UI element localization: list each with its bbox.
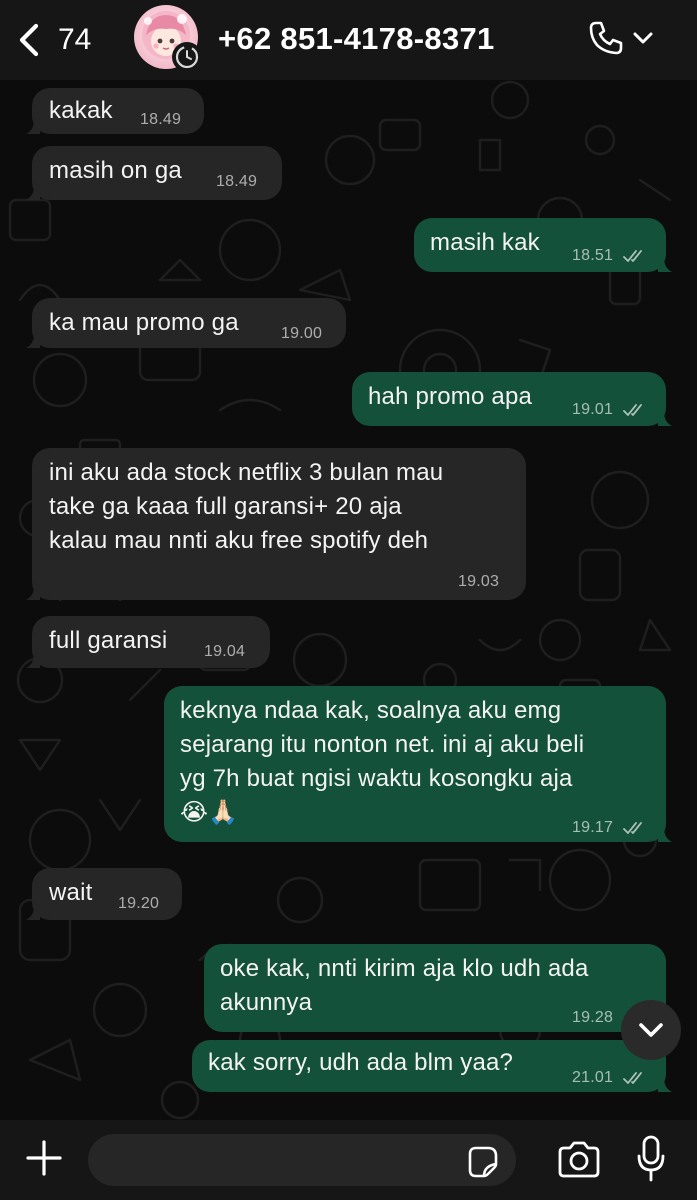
scroll-to-bottom-button[interactable] (621, 1000, 681, 1060)
message-text: keknya ndaa kak, soalnya aku emg (180, 697, 562, 724)
message-timestamp: 21.01 (572, 1069, 614, 1086)
incoming-message[interactable]: full garansi 19.04 (26, 616, 270, 668)
message-timestamp: 18.49 (216, 173, 258, 190)
message-text: kakak (49, 97, 113, 124)
message-text: 😭🙏🏻 (180, 799, 239, 826)
message-timestamp: 19.04 (204, 643, 246, 660)
message-text: akunnya (220, 989, 313, 1016)
bubble-tail (658, 828, 672, 842)
incoming-message[interactable]: ka mau promo ga 19.00 (26, 298, 346, 348)
bubble-tail (26, 120, 40, 134)
microphone-icon[interactable] (636, 1134, 666, 1184)
chevron-down-icon (639, 1023, 663, 1037)
bubble-tail (26, 586, 40, 600)
message-timestamp: 19.17 (572, 819, 614, 836)
outgoing-message[interactable]: masih kak 18.51 (414, 218, 672, 272)
bubble-tail (658, 412, 672, 426)
chevron-left-icon[interactable] (14, 22, 44, 58)
camera-icon[interactable] (556, 1140, 602, 1180)
message-text: take ga kaaa full garansi+ 20 aja (49, 493, 402, 520)
bubble-tail (26, 186, 40, 200)
bubble-tail (658, 1078, 672, 1092)
chevron-down-icon[interactable] (630, 26, 656, 50)
bubble-tail (26, 654, 40, 668)
message-list[interactable]: kakak 18.49 masih on ga 18.49 masih kak 18.51… (0, 80, 697, 1120)
message-text: hah promo apa (368, 383, 533, 410)
message-timestamp: 19.20 (118, 895, 160, 912)
phone-icon[interactable] (586, 18, 626, 58)
read-receipt-icon (623, 1072, 642, 1084)
disappearing-timer-icon (172, 42, 202, 72)
message-timestamp: 19.28 (572, 1009, 614, 1026)
outgoing-message[interactable]: hah promo apa 19.01 (352, 372, 672, 426)
message-text: ini aku ada stock netflix 3 bulan mau (49, 459, 444, 486)
read-receipt-icon (623, 250, 642, 262)
bubble-tail (26, 906, 40, 920)
message-timestamp: 19.00 (281, 325, 323, 342)
outgoing-message[interactable]: kak sorry, udh ada blm yaa? 21.01 (192, 1040, 672, 1092)
contact-name[interactable]: +62 851-4178-8371 (218, 20, 495, 58)
chat-screen: 74 +62 851-4178-8371 kakak 18.49 masih o… (0, 0, 697, 1200)
message-input[interactable] (88, 1134, 516, 1186)
outgoing-message[interactable]: keknya ndaa kak, soalnya aku emg sejarang… (164, 686, 672, 842)
read-receipt-icon (623, 404, 642, 416)
unread-count[interactable]: 74 (58, 22, 91, 58)
message-timestamp: 19.01 (572, 401, 614, 418)
outgoing-message[interactable]: oke kak, nnti kirim aja klo udh ada akunn… (204, 944, 672, 1032)
message-text: masih kak (430, 229, 540, 256)
incoming-message[interactable]: wait 19.20 (26, 868, 182, 920)
sticker-icon[interactable] (464, 1144, 500, 1180)
incoming-message[interactable]: kakak 18.49 (26, 88, 204, 134)
message-text: kalau mau nnti aku free spotify deh (49, 527, 429, 554)
message-text: oke kak, nnti kirim aja klo udh ada (220, 955, 589, 982)
message-text: masih on ga (49, 157, 182, 184)
composer-bar (0, 1120, 697, 1200)
bubble-tail (658, 258, 672, 272)
message-text: yg 7h buat ngisi waktu kosongku aja (180, 765, 573, 792)
incoming-message[interactable]: ini aku ada stock netflix 3 bulan mau tak… (26, 448, 526, 600)
message-timestamp: 19.03 (458, 573, 500, 590)
message-text: kak sorry, udh ada blm yaa? (208, 1049, 514, 1076)
message-text: ka mau promo ga (49, 309, 239, 336)
message-text: sejarang itu nonton net. ini aj aku beli (180, 731, 585, 758)
message-text: full garansi (49, 627, 168, 654)
bubble-tail (26, 334, 40, 348)
message-timestamp: 18.49 (140, 111, 182, 128)
plus-icon[interactable] (24, 1138, 64, 1178)
incoming-message[interactable]: masih on ga 18.49 (26, 146, 282, 200)
message-timestamp: 18.51 (572, 247, 614, 264)
message-text: wait (49, 879, 93, 906)
chat-header: 74 +62 851-4178-8371 (0, 0, 697, 80)
read-receipt-icon (623, 822, 642, 834)
